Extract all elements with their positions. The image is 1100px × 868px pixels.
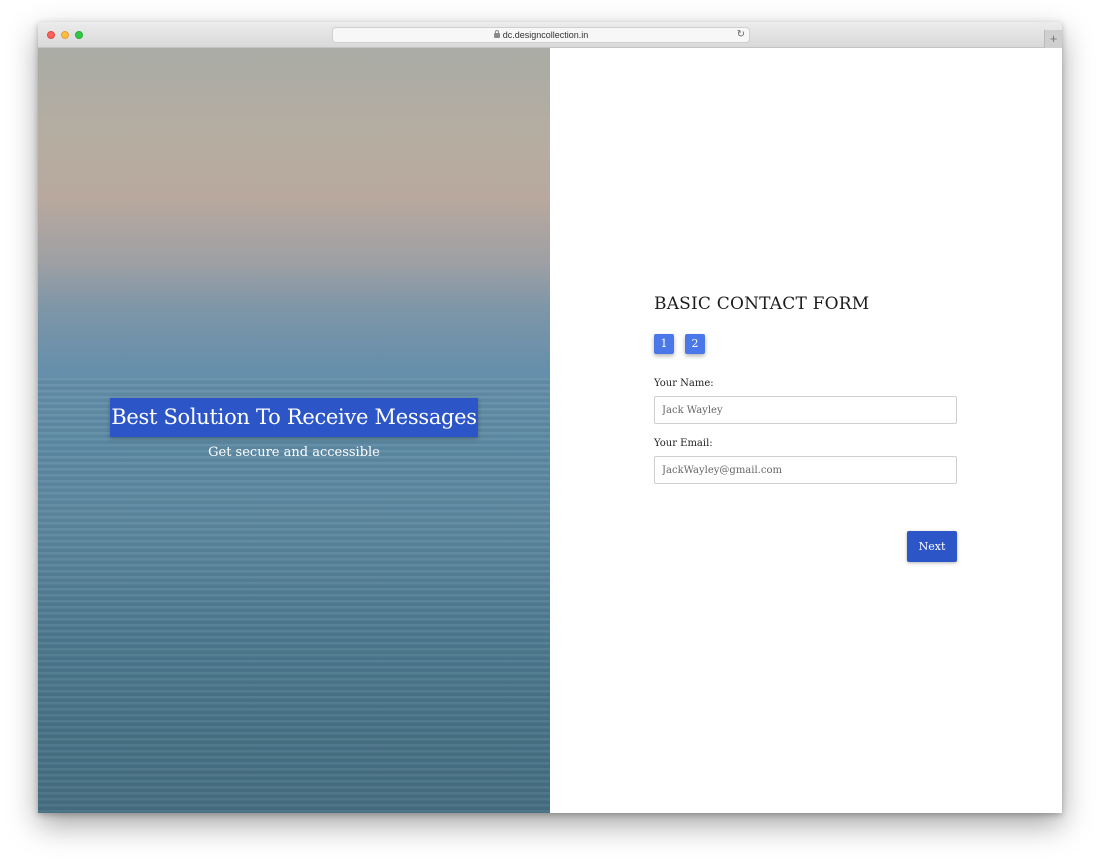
url-text: dc.designcollection.in	[502, 30, 589, 40]
form-title: BASIC CONTACT FORM	[654, 294, 870, 314]
close-window-button[interactable]	[47, 31, 55, 39]
reload-icon[interactable]: ↻	[737, 28, 745, 42]
hero-subtitle: Get secure and accessible	[208, 445, 380, 460]
step-1-indicator[interactable]: 1	[654, 334, 674, 354]
email-label: Your Email:	[654, 438, 713, 449]
name-input[interactable]	[654, 396, 957, 424]
lock-icon	[493, 30, 500, 38]
sea-background	[38, 378, 550, 813]
browser-titlebar: dc.designcollection.in ↻ +	[38, 22, 1062, 48]
name-label: Your Name:	[654, 378, 714, 389]
hero-title: Best Solution To Receive Messages	[111, 405, 477, 429]
browser-window: dc.designcollection.in ↻ + Best Solution…	[38, 22, 1062, 813]
step-2-indicator[interactable]: 2	[685, 334, 705, 354]
contact-form-panel: BASIC CONTACT FORM 1 2 Your Name: Your E…	[550, 48, 1062, 813]
address-bar[interactable]: dc.designcollection.in ↻	[332, 27, 750, 43]
next-button[interactable]: Next	[907, 531, 957, 562]
minimize-window-button[interactable]	[61, 31, 69, 39]
maximize-window-button[interactable]	[75, 31, 83, 39]
email-input[interactable]	[654, 456, 957, 484]
new-tab-button[interactable]: +	[1044, 30, 1062, 48]
hero-panel: Best Solution To Receive Messages Get se…	[38, 48, 550, 813]
hero-title-box: Best Solution To Receive Messages	[110, 398, 478, 437]
